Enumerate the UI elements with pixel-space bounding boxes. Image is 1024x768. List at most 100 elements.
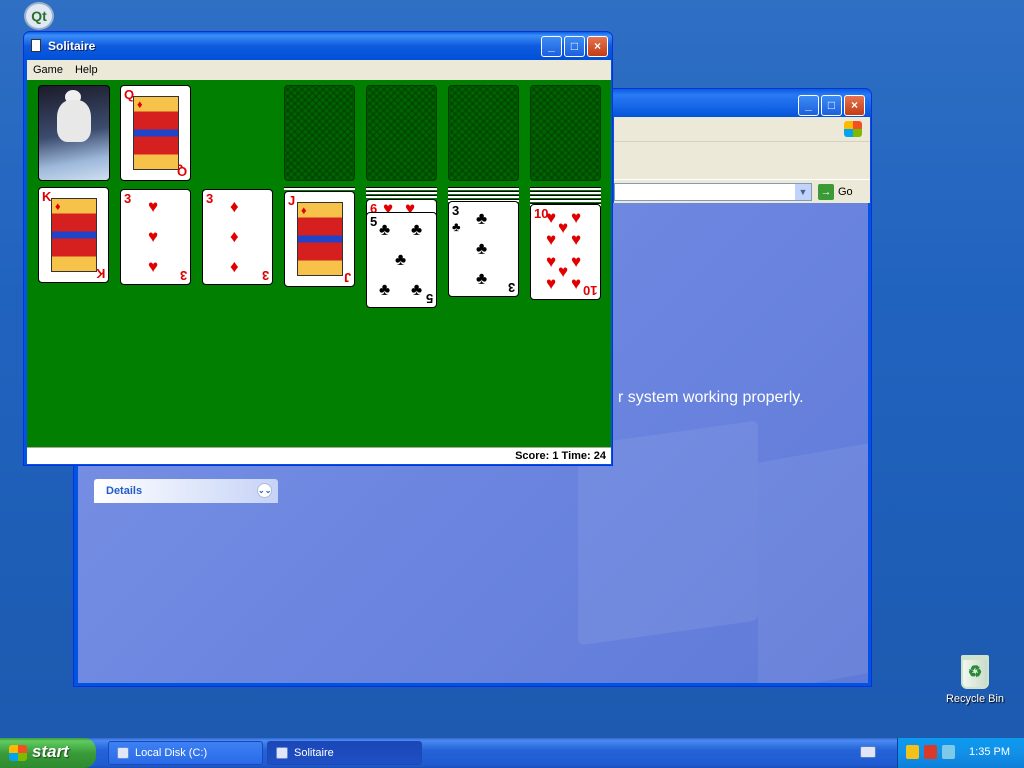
taskbar-item-solitaire[interactable]: Solitaire: [267, 741, 422, 765]
card-rank-bottom: 10: [582, 283, 597, 298]
heart-pip-icon: ♥: [148, 257, 159, 276]
taskbar-item-label: Local Disk (C:): [135, 747, 208, 759]
start-button[interactable]: start: [0, 738, 96, 768]
maximize-icon[interactable]: □: [564, 36, 585, 57]
club-pip-icon: ♣: [476, 269, 488, 288]
solitaire-titlebar[interactable]: Solitaire _ □ ×: [24, 32, 612, 60]
card-rank-bottom: 5: [425, 291, 433, 306]
card-rank: 5: [370, 214, 378, 229]
card-rank-bottom: K: [95, 266, 105, 281]
club-pip-icon: ♣: [379, 220, 391, 239]
face-down-card-edge: [530, 191, 601, 194]
diamond-pip-icon: ♦: [230, 257, 239, 276]
tableau-card-1[interactable]: K ♦ K: [38, 187, 109, 283]
window-title: Solitaire: [48, 39, 96, 53]
solitaire-menubar: Game Help: [27, 60, 611, 80]
heart-pip-icon: ♥: [571, 230, 582, 249]
details-panel-header[interactable]: Details ⌄⌄: [94, 479, 278, 503]
drive-icon: [117, 747, 129, 759]
king-face-art: ♦: [51, 198, 97, 272]
tableau-card-6[interactable]: 3 ♣ ♣ ♣ ♣ 3: [448, 201, 519, 297]
foundation-slot-4[interactable]: [530, 85, 601, 181]
heart-pip-icon: ♥: [546, 274, 557, 293]
close-icon[interactable]: ×: [587, 36, 608, 57]
taskbar-item-local-disk[interactable]: Local Disk (C:): [108, 741, 263, 765]
system-tray: 1:35 PM: [897, 738, 1024, 768]
foundation-slot-3[interactable]: [448, 85, 519, 181]
close-icon[interactable]: ×: [844, 95, 865, 116]
keyboard-language-icon[interactable]: [860, 746, 876, 758]
club-pip-icon: ♣: [411, 220, 423, 239]
maximize-icon[interactable]: □: [821, 95, 842, 116]
face-down-card-edge: [366, 191, 437, 194]
tower-watermark: [758, 443, 868, 683]
desktop: Qt _ □ × ▼ → Go r system working properl…: [0, 0, 1024, 738]
welcome-message: r system working properly.: [618, 389, 804, 406]
details-label: Details: [106, 485, 143, 497]
menu-game[interactable]: Game: [27, 64, 69, 76]
address-bar: ▼ → Go: [614, 179, 870, 203]
security-shield-icon[interactable]: [906, 745, 919, 759]
tableau-card-4[interactable]: J ♦ J: [284, 191, 355, 287]
card-suit: ♦: [137, 99, 143, 111]
tableau-card-7[interactable]: 10 ♥ ♥ ♥ ♥ ♥ ♥ ♥ ♥ ♥ ♥ 10: [530, 204, 601, 300]
card-rank: 3: [124, 191, 132, 206]
dropdown-arrow-icon[interactable]: ▼: [795, 184, 811, 200]
card-rank: 3: [452, 203, 460, 218]
go-arrow-icon: →: [818, 184, 834, 200]
diamond-pip-icon: ♦: [230, 227, 239, 246]
diamond-pip-icon: ♦: [230, 197, 239, 216]
background-window-toolbar: [614, 141, 870, 179]
face-down-card-edge: [530, 199, 601, 202]
start-label: start: [32, 742, 69, 761]
mouse-pointer-icon: [125, 205, 132, 221]
heart-pip-icon: ♥: [558, 218, 569, 237]
card-rank-bottom: 3: [507, 280, 515, 295]
recycle-bin-icon: ♻: [961, 655, 989, 689]
heart-pip-icon: ♥: [558, 262, 569, 281]
face-down-card-edge: [530, 195, 601, 198]
face-down-card-edge: [448, 187, 519, 190]
status-bar: Score: 1 Time: 24: [27, 447, 611, 464]
foundation-slot-2[interactable]: [366, 85, 437, 181]
address-input[interactable]: ▼: [614, 183, 812, 201]
tableau-card-3[interactable]: 3 ♦ ♦ ♦ 3: [202, 189, 273, 285]
club-pip-icon: ♣: [411, 280, 423, 299]
solitaire-app-icon: [31, 39, 41, 52]
chevron-down-icon[interactable]: ⌄⌄: [257, 483, 272, 498]
clock[interactable]: 1:35 PM: [969, 746, 1010, 758]
card-rank-bottom: 3: [261, 268, 269, 283]
face-down-card-edge: [448, 191, 519, 194]
heart-pip-icon: ♥: [148, 227, 159, 246]
card-rank-bottom: Q: [176, 164, 187, 179]
tableau-card-5[interactable]: 5 ♣ ♣ ♣ ♣ ♣ 5: [366, 212, 437, 308]
score-time-readout: Score: 1 Time: 24: [515, 450, 606, 462]
club-pip-icon: ♣: [379, 280, 391, 299]
heart-pip-icon: ♥: [571, 252, 582, 271]
network-icon[interactable]: [942, 745, 955, 759]
heart-pip-icon: ♥: [571, 208, 582, 227]
game-felt[interactable]: Q ♦ Q K ♦ K 3 ♥ ♥ ♥ 3 3 ♦ ♦ ♦ 3 J ♦ J 6 …: [27, 80, 611, 447]
card-suit: ♦: [301, 205, 307, 217]
minimize-icon[interactable]: _: [541, 36, 562, 57]
club-pip-icon: ♣: [452, 219, 461, 234]
go-button[interactable]: → Go: [818, 183, 853, 201]
foundation-slot-1[interactable]: [284, 85, 355, 181]
face-down-card-edge: [366, 187, 437, 190]
recycle-bin[interactable]: ♻ Recycle Bin: [940, 655, 1010, 705]
solitaire-window[interactable]: Solitaire _ □ × Game Help Q ♦ Q K ♦ K 3 …: [23, 31, 613, 466]
club-pip-icon: ♣: [395, 250, 407, 269]
card-rank: J: [288, 193, 296, 208]
security-alert-icon[interactable]: [924, 745, 937, 759]
menu-help[interactable]: Help: [69, 64, 104, 76]
stock-pile[interactable]: [38, 85, 110, 181]
card-rank: 3: [206, 191, 214, 206]
face-down-card-edge: [284, 187, 355, 190]
minimize-icon[interactable]: _: [798, 95, 819, 116]
tableau-card-2[interactable]: 3 ♥ ♥ ♥ 3: [120, 189, 191, 285]
recycle-bin-label: Recycle Bin: [945, 693, 1005, 705]
qt-icon[interactable]: Qt: [24, 2, 54, 30]
face-down-card-edge: [530, 187, 601, 190]
waste-card[interactable]: Q ♦ Q: [120, 85, 191, 181]
solitaire-app-icon: [276, 747, 288, 759]
